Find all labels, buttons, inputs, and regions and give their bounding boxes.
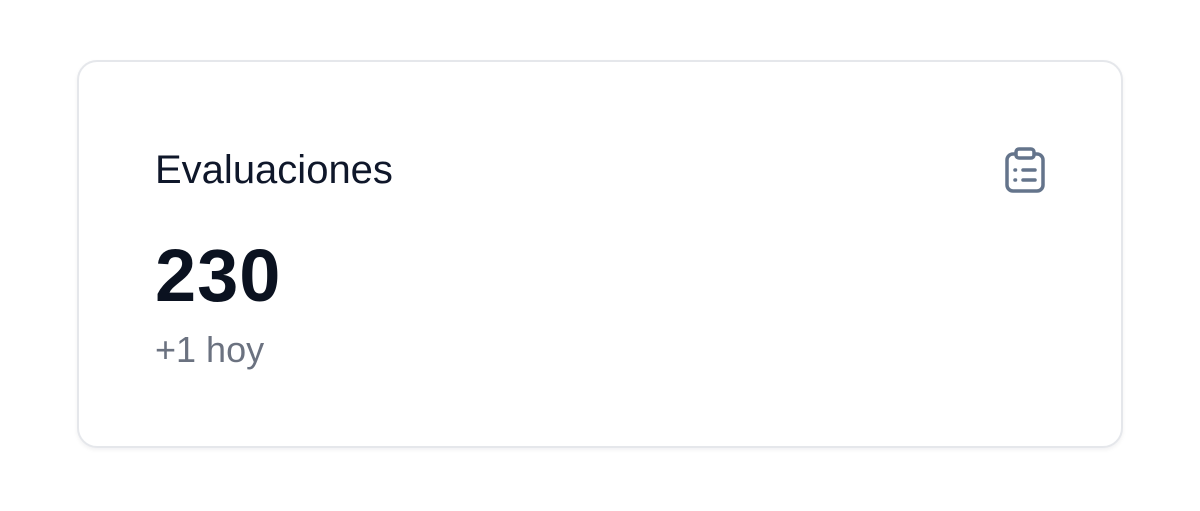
- stat-value: 230: [155, 234, 282, 317]
- card-title: Evaluaciones: [155, 148, 393, 192]
- stat-delta: +1 hoy: [155, 329, 265, 370]
- clipboard-list-icon: [1003, 146, 1047, 194]
- stat-card-evaluaciones: Evaluaciones 230 +1 hoy: [77, 60, 1123, 448]
